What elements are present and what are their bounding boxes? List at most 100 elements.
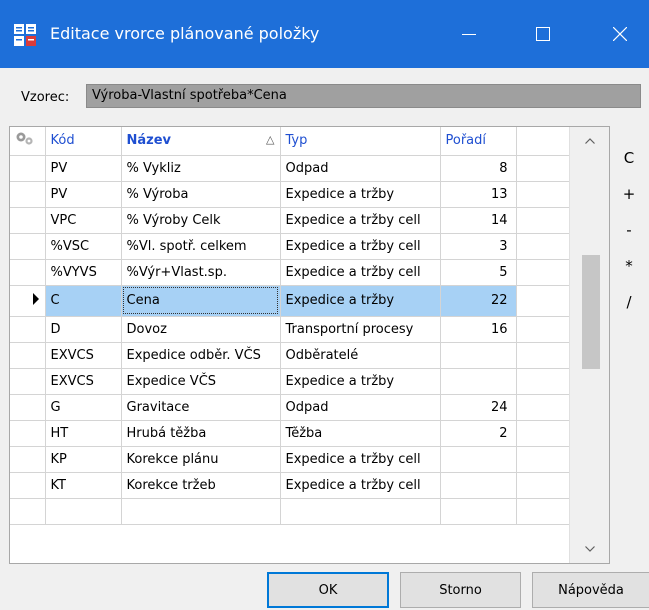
cell-type[interactable]: Transportní procesy [280,316,441,343]
cell-type[interactable]: Odpad [280,155,441,182]
cell-type[interactable]: Expedice a tržby [280,285,441,317]
row-indicator[interactable] [10,394,46,421]
cell-name[interactable]: %Vl. spotř. celkem [121,233,281,260]
cell-name[interactable]: Korekce plánu [121,446,281,473]
operator-plus-button[interactable]: + [614,176,644,212]
cell-name[interactable]: Korekce tržeb [121,472,281,499]
scroll-up-button[interactable] [570,127,609,155]
cell-order[interactable]: 16 [440,316,517,343]
row-indicator[interactable] [10,472,46,499]
operator-clear-button[interactable]: C [614,140,644,176]
cell-order[interactable]: 14 [440,207,517,234]
operator-minus-button[interactable]: - [614,212,644,248]
cell-order[interactable]: 24 [440,394,517,421]
cell-code[interactable]: C [45,285,122,317]
column-settings-header[interactable] [10,127,46,156]
cell-order[interactable]: 13 [440,181,517,208]
cell-code[interactable]: %VYVS [45,259,122,286]
cell-name[interactable]: % Výroby Celk [121,207,281,234]
cell-order[interactable]: 3 [440,233,517,260]
table-row[interactable]: C Cena Expedice a tržby 22 [10,285,570,317]
row-indicator[interactable] [10,368,46,395]
table-row[interactable]: KT Korekce tržeb Expedice a tržby cell [10,472,570,499]
column-header-type[interactable]: Typ [280,127,441,156]
scroll-down-button[interactable] [570,535,609,563]
cell-type[interactable]: Odběratelé [280,342,441,369]
cell-name[interactable]: Expedice odběr. VČS [121,342,281,369]
cell-name[interactable]: Expedice VČS [121,368,281,395]
scroll-thumb[interactable] [582,255,600,369]
row-indicator[interactable] [10,155,46,182]
cell-order[interactable]: 22 [440,285,517,317]
cell-order[interactable] [440,472,517,499]
cell-code[interactable]: %VSC [45,233,122,260]
minimize-button[interactable] [443,0,495,68]
cell-code[interactable]: PV [45,155,122,182]
table-row[interactable]: %VYVS %Výr+Vlast.sp. Expedice a tržby cell… [10,259,570,286]
cell-order[interactable] [440,446,517,473]
row-indicator[interactable] [10,446,46,473]
cell-name[interactable]: Dovoz [121,316,281,343]
cell-name[interactable]: %Výr+Vlast.sp. [121,259,281,286]
ok-button[interactable]: OK [267,572,389,608]
table-row[interactable]: PV% Vykliz Odpad 8 [10,155,570,182]
table-row[interactable]: EXVCS Expedice odběr. VČS Odběratelé [10,342,570,369]
table-row[interactable]: VPC% Výroby Celk Expedice a tržby cell 14 [10,207,570,234]
cell-type[interactable]: Expedice a tržby cell [280,472,441,499]
cell-type[interactable]: Expedice a tržby cell [280,259,441,286]
table-row[interactable]: PV% Výroba Expedice a tržby 13 [10,181,570,208]
cell-name[interactable]: Cena [121,285,281,317]
cell-code[interactable]: EXVCS [45,368,122,395]
cell-code[interactable]: HT [45,420,122,447]
cell-name[interactable]: % Výroba [121,181,281,208]
cell-order[interactable]: 8 [440,155,517,182]
cell-code[interactable]: PV [45,181,122,208]
row-indicator[interactable] [10,207,46,234]
table-row[interactable]: D Dovoz Transportní procesy 16 [10,316,570,343]
cell-name[interactable]: Hrubá těžba [121,420,281,447]
table-row[interactable]: %VSC %Vl. spotř. celkem Expedice a tržby c… [10,233,570,260]
maximize-button[interactable] [517,0,569,68]
table-row[interactable]: KP Korekce plánu Expedice a tržby cell [10,446,570,473]
cell-name[interactable]: % Vykliz [121,155,281,182]
cell-order[interactable] [440,342,517,369]
table-row[interactable]: HT Hrubá těžba Těžba 2 [10,420,570,447]
cell-code[interactable]: VPC [45,207,122,234]
cell-type[interactable]: Expedice a tržby cell [280,207,441,234]
cell-order[interactable] [440,368,517,395]
row-indicator[interactable] [10,420,46,447]
cell-code[interactable]: EXVCS [45,342,122,369]
row-indicator[interactable] [10,181,46,208]
cell-code[interactable]: KP [45,446,122,473]
operator-divide-button[interactable]: / [614,284,644,320]
column-header-order[interactable]: Pořadí [440,127,517,156]
cell-code[interactable]: G [45,394,122,421]
cell-code[interactable]: D [45,316,122,343]
row-indicator[interactable] [10,342,46,369]
row-indicator[interactable] [10,233,46,260]
cell-type[interactable]: Expedice a tržby cell [280,233,441,260]
cell-name[interactable]: Gravitace [121,394,281,421]
row-indicator[interactable] [10,316,46,343]
cell-code[interactable]: KT [45,472,122,499]
cell-order[interactable]: 5 [440,259,517,286]
row-indicator[interactable] [10,285,46,317]
table-row[interactable]: EXVCS Expedice VČS Expedice a tržby [10,368,570,395]
operator-multiply-button[interactable]: * [614,248,644,284]
formula-field[interactable]: Výroba-Vlastní spotřeba*Cena [86,84,641,108]
close-button[interactable] [594,0,646,68]
table-row[interactable]: G Gravitace Odpad 24 [10,394,570,421]
cell-order[interactable]: 2 [440,420,517,447]
items-grid[interactable]: Kód Název △ Typ Pořadí PV% Vykliz Odpad 8 P… [9,126,610,564]
cell-type[interactable]: Expedice a tržby [280,368,441,395]
row-indicator[interactable] [10,259,46,286]
help-button[interactable]: Nápověda [532,572,649,608]
cell-type[interactable]: Těžba [280,420,441,447]
cell-type[interactable]: Odpad [280,394,441,421]
cell-type[interactable]: Expedice a tržby cell [280,446,441,473]
cancel-button[interactable]: Storno [400,572,521,608]
column-header-code[interactable]: Kód [45,127,122,156]
vertical-scrollbar[interactable] [569,127,609,563]
cell-type[interactable]: Expedice a tržby [280,181,441,208]
column-header-name[interactable]: Název △ [121,127,281,156]
